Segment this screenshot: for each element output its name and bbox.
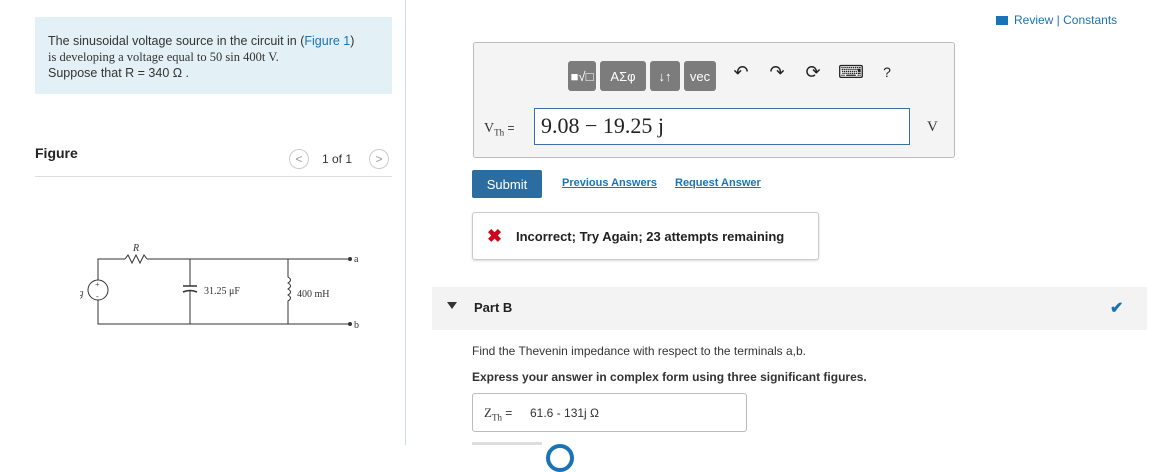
feedback-message: Incorrect; Try Again; 23 attempts remain… (516, 229, 785, 244)
terminal-b-label: b (354, 320, 359, 331)
figure-divider (35, 176, 392, 177)
error-x-icon: ✖ (487, 226, 503, 246)
part-b-instruction: Express your answer in complex form usin… (472, 370, 867, 384)
vth-unit: V (927, 119, 938, 135)
previous-answers-link[interactable]: Previous Answers (562, 177, 657, 189)
terminal-a-label: a (354, 254, 359, 265)
vth-label-eq: = (507, 121, 515, 135)
review-icon (996, 15, 1008, 25)
zth-label-eq: = (505, 406, 513, 420)
problem-text-part: ) (350, 34, 355, 48)
previous-figure-button[interactable]: < (289, 149, 309, 169)
zth-answer-value: 61.6 - 131j Ω (530, 406, 600, 420)
resistor-label: R (132, 243, 139, 254)
collapse-caret-icon[interactable] (447, 302, 457, 309)
vth-answer-input[interactable]: 9.08 − 19.25 j (534, 108, 910, 145)
template-icon[interactable]: ■√□ (568, 61, 596, 91)
reset-icon[interactable]: ⟳ (802, 61, 824, 83)
source-plus: + (95, 280, 100, 289)
capacitor-label: 31.25 μF (204, 286, 240, 297)
zth-answer-box (472, 393, 747, 432)
problem-line-3: Suppose that R = 340 Ω . (48, 66, 190, 80)
vector-button[interactable]: vec (684, 61, 716, 91)
source-label: vg (80, 288, 83, 299)
undo-icon[interactable]: ↶ (730, 61, 752, 83)
next-figure-button[interactable]: > (369, 149, 389, 169)
redo-icon[interactable]: ↷ (766, 61, 788, 83)
figure-heading: Figure (35, 145, 78, 161)
vth-label-main: V (484, 121, 495, 136)
math-toolbar: ■√□ ΑΣφ ↓↑ vec ↶ ↷ ⟳ ⌨ ? (568, 61, 898, 91)
bottom-divider (472, 442, 542, 445)
circuit-diagram: vg + - R 31.25 μF 400 mH a b (80, 243, 359, 331)
request-answer-link[interactable]: Request Answer (675, 177, 761, 189)
inductor (287, 259, 291, 324)
problem-text-part: The sinusoidal voltage source in the cir… (48, 34, 305, 48)
figure-link[interactable]: Figure 1 (304, 34, 350, 48)
subscript-superscript-button[interactable]: ↓↑ (650, 61, 680, 91)
zth-label-sub: Th (491, 412, 502, 423)
resistor-r (124, 253, 148, 265)
wire-top-left (97, 258, 125, 280)
zth-label: ZTh = (484, 405, 512, 422)
checkmark-icon: ✔ (1110, 300, 1124, 317)
inductor-label: 400 mH (297, 289, 330, 300)
terminal-a-dot (348, 257, 352, 261)
review-constants-link[interactable]: Review | Constants (996, 13, 1117, 27)
zth-label-main: Z (484, 405, 492, 420)
panel-divider (405, 0, 406, 445)
review-constants-label: Review | Constants (1014, 13, 1118, 27)
problem-text: The sinusoidal voltage source in the cir… (48, 33, 378, 81)
keyboard-icon[interactable]: ⌨ (838, 61, 864, 83)
vth-label: VTh = (484, 121, 514, 137)
terminal-b-dot (348, 322, 352, 326)
partial-icon (546, 444, 574, 472)
submit-button[interactable]: Submit (472, 170, 542, 198)
source-minus: - (96, 292, 99, 301)
part-b-question: Find the Thevenin impedance with respect… (472, 344, 806, 358)
help-icon[interactable]: ? (876, 61, 898, 83)
part-b-header[interactable] (432, 287, 1147, 330)
problem-line-2: is developing a voltage equal to 50 sin … (48, 50, 279, 64)
part-b-title: Part B (474, 300, 513, 315)
vth-label-sub: Th (494, 127, 505, 138)
figure-pager-label: 1 of 1 (322, 152, 353, 166)
wire-bottom (97, 300, 350, 325)
greek-symbols-button[interactable]: ΑΣφ (600, 61, 646, 91)
